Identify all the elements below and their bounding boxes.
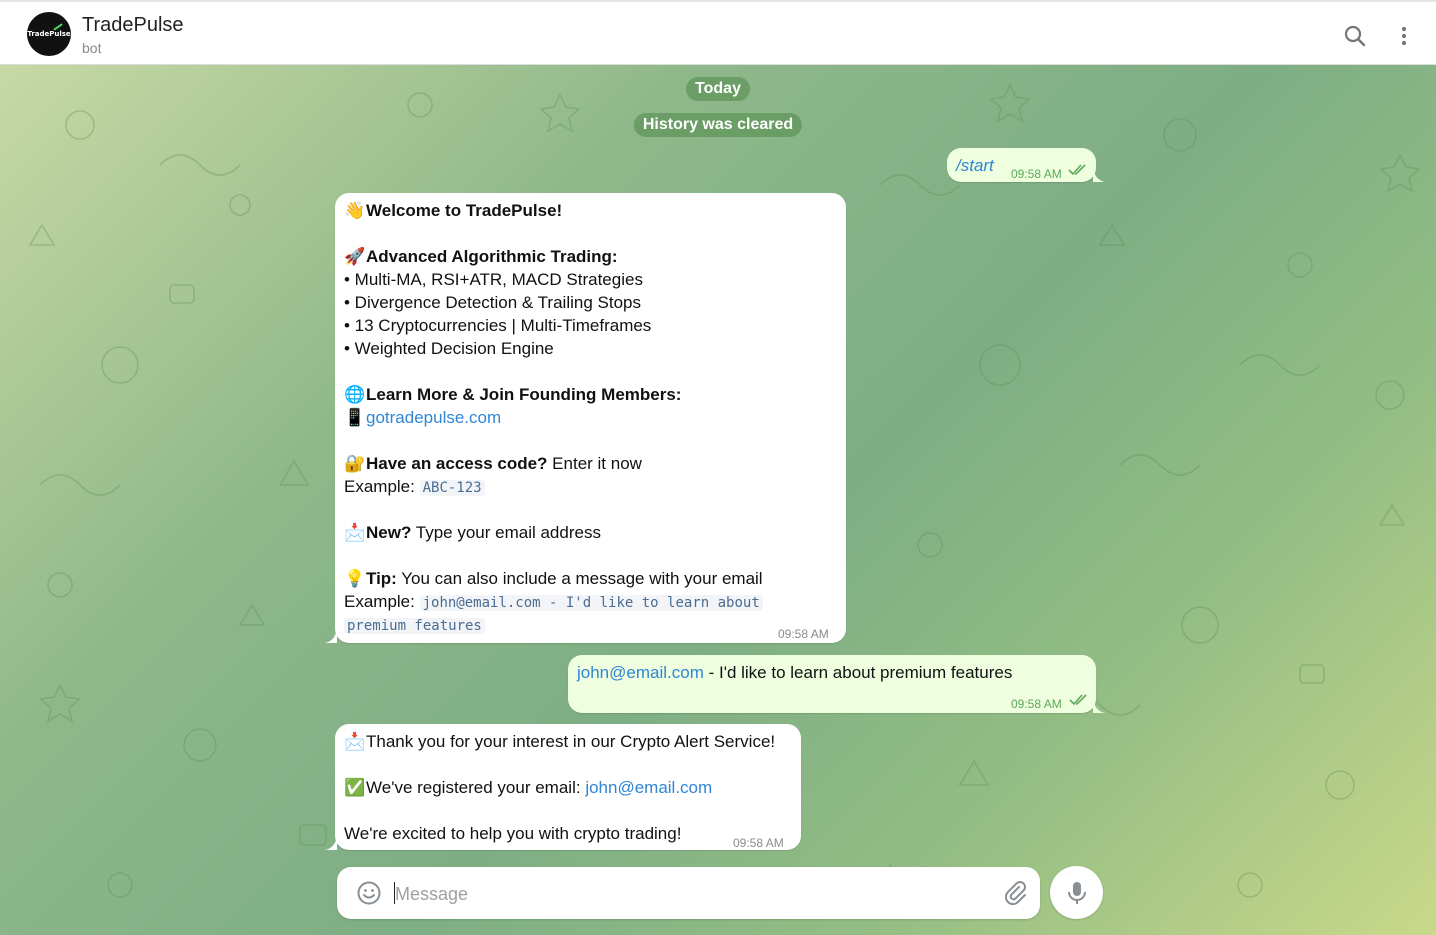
feature-bullet: • Weighted Decision Engine (344, 339, 554, 358)
message-incoming-welcome[interactable]: 👋Welcome to TradePulse! 🚀Advanced Algori… (335, 193, 846, 643)
message-outgoing-email[interactable]: john@email.com - I'd like to learn about… (568, 655, 1096, 713)
access-code-example[interactable]: ABC-123 (419, 480, 485, 496)
thanks-text: Thank you for your interest in our Crypt… (366, 732, 776, 751)
bubble-tail (325, 836, 337, 850)
check-mark-icon: ✅ (344, 778, 366, 797)
feature-bullet: • Divergence Detection & Trailing Stops (344, 293, 641, 312)
email-link[interactable]: john@email.com (577, 663, 704, 682)
paperclip-icon[interactable] (1002, 880, 1028, 906)
message-time: 09:58 AM (733, 836, 784, 850)
bubble-tail (1093, 168, 1105, 182)
feature-bullet: • 13 Cryptocurrencies | Multi-Timeframes (344, 316, 652, 335)
new-user-instruction: Type your email address (411, 523, 601, 542)
message-input[interactable] (393, 880, 957, 908)
message-time: 09:58 AM (1011, 167, 1062, 181)
tip-example-code[interactable]: john@email.com - I'd like to learn about (419, 595, 763, 611)
message-time: 09:58 AM (1011, 697, 1062, 711)
example-label: Example: (344, 592, 420, 611)
trading-heading: Advanced Algorithmic Trading: (366, 247, 618, 266)
start-command-link[interactable]: /start (956, 154, 994, 177)
avatar-label: TradePulse (27, 30, 71, 38)
website-link[interactable]: gotradepulse.com (366, 408, 501, 427)
double-check-icon (1068, 164, 1086, 176)
emoji-icon[interactable] (356, 880, 382, 906)
bubble-tail (325, 629, 337, 643)
learn-more-heading: Learn More & Join Founding Members: (366, 385, 682, 404)
chat-header: TradePulse TradePulse bot (0, 0, 1436, 65)
search-icon[interactable] (1343, 24, 1367, 48)
tip-text: You can also include a message with your… (396, 569, 763, 588)
bubble-tail (1093, 699, 1105, 713)
chat-area[interactable]: Today History was cleared /start 09:58 A… (0, 65, 1436, 935)
rocket-icon: 🚀 (344, 247, 366, 266)
chat-title[interactable]: TradePulse (82, 14, 184, 37)
tip-label: Tip: (366, 569, 397, 588)
envelope-icon: 📩 (344, 523, 366, 542)
excited-text: We're excited to help you with crypto tr… (344, 824, 682, 843)
welcome-title: Welcome to TradePulse! (366, 201, 563, 220)
lock-key-icon: 🔐 (344, 454, 366, 473)
registered-text: We've registered your email: (366, 778, 586, 797)
feature-bullet: • Multi-MA, RSI+ATR, MACD Strategies (344, 270, 643, 289)
voice-message-button[interactable] (1050, 866, 1103, 919)
microphone-icon (1068, 882, 1086, 904)
double-check-icon (1069, 694, 1087, 706)
envelope-icon: 📩 (344, 732, 366, 751)
access-code-instruction: Enter it now (547, 454, 642, 473)
message-time: 09:58 AM (778, 627, 829, 641)
example-label: Example: (344, 477, 420, 496)
text-cursor (394, 882, 395, 904)
waving-hand-icon: 👋 (344, 201, 366, 220)
new-user-question: New? (366, 523, 412, 542)
date-separator: Today (686, 77, 750, 101)
message-composer (337, 867, 1040, 919)
globe-icon: 🌐 (344, 385, 366, 404)
registered-email-link[interactable]: john@email.com (585, 778, 712, 797)
history-cleared-notice: History was cleared (633, 113, 803, 137)
access-code-question: Have an access code? (366, 454, 548, 473)
message-incoming-confirmation[interactable]: 📩Thank you for your interest in our Cryp… (335, 724, 801, 850)
bot-avatar[interactable]: TradePulse (27, 12, 71, 56)
phone-icon: 📱 (344, 408, 366, 427)
chat-subtitle: bot (82, 40, 102, 56)
more-options-icon[interactable] (1392, 24, 1416, 48)
tip-example-code-continued[interactable]: premium features (344, 618, 485, 634)
lightbulb-icon: 💡 (344, 569, 366, 588)
message-text: - I'd like to learn about premium featur… (703, 663, 1013, 682)
message-outgoing[interactable]: /start 09:58 AM (947, 148, 1096, 182)
